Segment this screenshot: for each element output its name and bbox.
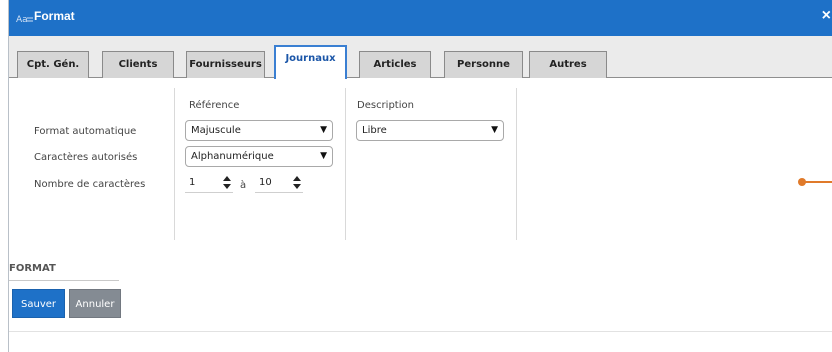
format-auto-label: Format automatique	[34, 126, 137, 137]
tab-content: Référence Description Format automatique…	[9, 78, 832, 352]
description-header: Description	[357, 100, 414, 111]
format-dialog: Aa Format × Cpt. Gén. Clients Fournisseu…	[8, 0, 832, 352]
column-divider	[174, 88, 175, 240]
title-bar: Aa Format ×	[9, 0, 832, 36]
section-title: FORMAT	[9, 263, 56, 274]
column-divider	[516, 88, 517, 240]
section-divider	[9, 280, 119, 281]
chevron-down-icon: ▼	[320, 125, 327, 135]
tab-autres[interactable]: Autres	[529, 51, 607, 78]
reference-format-select[interactable]: Majuscule ▼	[185, 120, 333, 141]
increment-icon[interactable]	[223, 176, 231, 181]
description-format-select[interactable]: Libre ▼	[356, 120, 504, 141]
char-count-label: Nombre de caractères	[34, 179, 146, 190]
window-title: Format	[34, 9, 75, 23]
reference-chars-select[interactable]: Alphanumérique ▼	[185, 146, 333, 167]
reference-format-value: Majuscule	[191, 125, 241, 136]
max-chars-value: 10	[259, 177, 272, 188]
description-format-value: Libre	[362, 125, 387, 136]
chevron-down-icon: ▼	[320, 151, 327, 161]
close-icon[interactable]: ×	[822, 8, 831, 24]
chevron-down-icon: ▼	[491, 125, 498, 135]
min-chars-stepper[interactable]: 1	[185, 174, 233, 193]
stepper-buttons	[223, 175, 231, 191]
cancel-button[interactable]: Annuler	[69, 289, 121, 318]
stepper-buttons	[293, 175, 301, 191]
reference-header: Référence	[189, 100, 240, 111]
tab-strip: Cpt. Gén. Clients Fournisseurs Journaux …	[9, 36, 832, 79]
tab-clients[interactable]: Clients	[102, 51, 174, 78]
resize-handle[interactable]	[798, 178, 806, 186]
tab-cpt-gen[interactable]: Cpt. Gén.	[17, 51, 89, 78]
decrement-icon[interactable]	[293, 184, 301, 189]
tab-articles[interactable]: Articles	[359, 51, 431, 78]
format-app-icon: Aa	[16, 15, 33, 24]
reference-chars-value: Alphanumérique	[191, 151, 274, 162]
tab-personne[interactable]: Personne	[444, 51, 523, 78]
tab-journaux[interactable]: Journaux	[274, 45, 347, 79]
increment-icon[interactable]	[293, 176, 301, 181]
save-button[interactable]: Sauver	[12, 289, 65, 318]
footer-divider	[9, 331, 832, 332]
allowed-chars-label: Caractères autorisés	[34, 152, 138, 163]
range-separator: à	[240, 180, 247, 191]
column-divider	[345, 88, 346, 240]
svg-text:Aa: Aa	[16, 15, 28, 24]
min-chars-value: 1	[189, 177, 196, 188]
tab-fournisseurs[interactable]: Fournisseurs	[186, 51, 265, 78]
max-chars-stepper[interactable]: 10	[255, 174, 303, 193]
decrement-icon[interactable]	[223, 184, 231, 189]
resize-handle-line	[805, 181, 832, 183]
